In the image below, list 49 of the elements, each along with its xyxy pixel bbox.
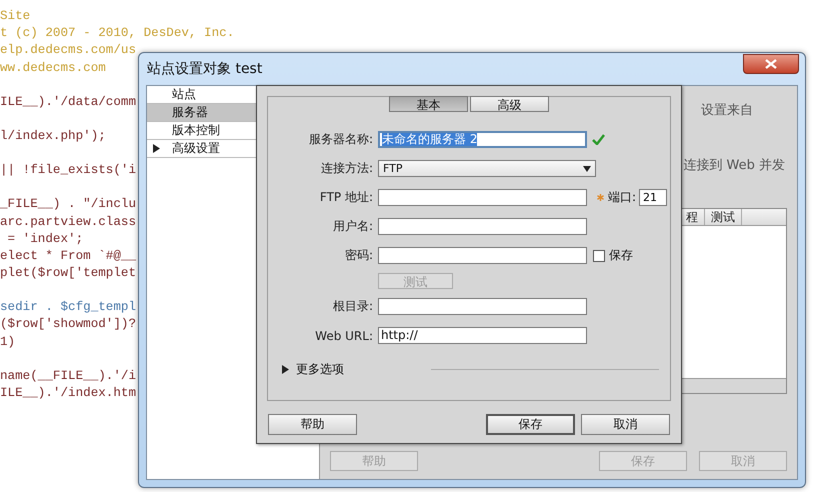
- field-label: Web URL:: [314, 328, 374, 342]
- code-line: sedir . $cfg_templ: [0, 299, 136, 316]
- expand-arrow-icon[interactable]: [152, 144, 160, 153]
- expand-arrow-icon[interactable]: [281, 364, 289, 374]
- code-line: _FILE__) . "/inclu: [0, 196, 136, 214]
- tab[interactable]: 基本: [389, 96, 468, 112]
- caret-icon: [583, 166, 591, 172]
- code-line: Site: [0, 8, 30, 25]
- port-field[interactable]: 21: [639, 189, 668, 206]
- more-options-toggle[interactable]: 更多选项: [281, 360, 344, 378]
- code-line: ILE__).'/index.htm: [0, 385, 136, 402]
- tab[interactable]: 高级: [470, 96, 549, 112]
- code-line: = 'index';: [6, 230, 84, 248]
- checkbox-label: 保存: [609, 247, 633, 264]
- field-label: 密码:: [344, 247, 374, 264]
- code-line: ww.dedecms.com: [0, 60, 106, 77]
- field-label: FTP 地址:: [318, 189, 374, 206]
- window-title: 站点设置对象 test: [147, 60, 262, 78]
- port-label: 端口:: [608, 189, 636, 206]
- code-line: ($row['showmod'])?: [0, 316, 136, 334]
- code-line: arc.partview.class: [0, 214, 136, 230]
- code-line: elect * From `#@__: [0, 248, 136, 265]
- save-checkbox[interactable]: [593, 250, 605, 262]
- connection-dropdown[interactable]: FTP: [378, 160, 596, 177]
- dialog-button[interactable]: 保存: [486, 414, 575, 435]
- input-field[interactable]: http://: [378, 327, 587, 344]
- settings-text: 设置来自: [701, 102, 753, 119]
- code-line: name(__FILE__).'/i: [0, 368, 136, 385]
- column-header: 测试: [705, 209, 742, 225]
- close-icon: [765, 59, 777, 69]
- code-line: elp.dedecms.com/us: [0, 42, 136, 60]
- code-line: 1): [0, 334, 16, 351]
- settings-text: 连接到 Web 并发: [683, 157, 785, 174]
- code-line: || !file_exists('i: [0, 162, 136, 180]
- code-line: ILE__).'/data/comm: [0, 94, 136, 111]
- code-line: l/index.php');: [0, 128, 106, 145]
- input-field[interactable]: [378, 247, 587, 264]
- input-field[interactable]: [378, 189, 587, 206]
- input-field[interactable]: 未命名的服务器 2: [378, 131, 587, 148]
- field-label: 用户名:: [332, 218, 374, 235]
- input-field[interactable]: [378, 218, 587, 235]
- dialog-button[interactable]: 取消: [581, 414, 670, 435]
- code-line: t (c) 2007 - 2010, DesDev, Inc.: [0, 25, 234, 42]
- field-label: 根目录:: [332, 298, 374, 315]
- field-label: 连接方法:: [320, 160, 374, 177]
- close-button[interactable]: [743, 54, 799, 74]
- input-field[interactable]: [378, 298, 587, 315]
- code-line: plet($row['templet: [0, 265, 136, 282]
- dialog-button[interactable]: 帮助: [268, 414, 357, 435]
